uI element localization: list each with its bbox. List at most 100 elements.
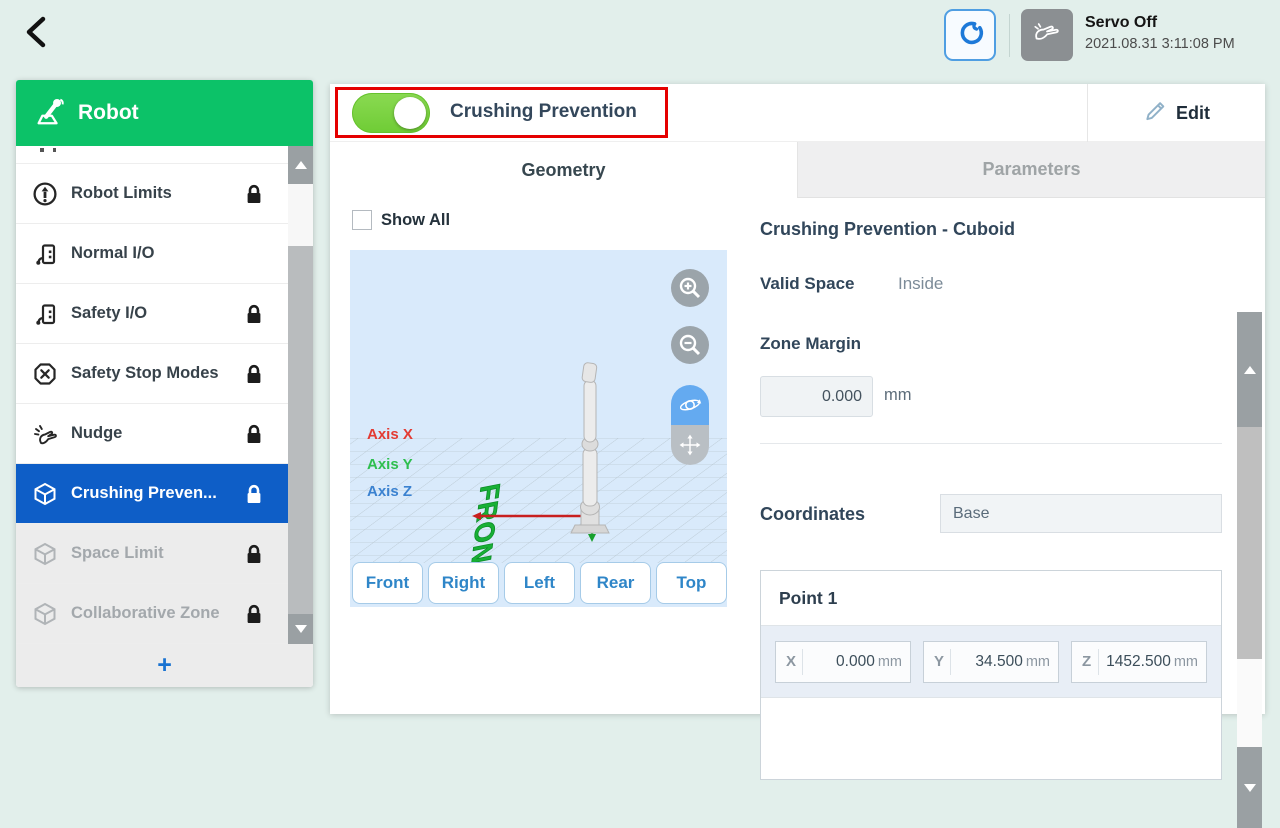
lock-icon — [245, 424, 263, 450]
show-all-control[interactable]: Show All — [352, 210, 450, 230]
show-all-checkbox[interactable] — [352, 210, 372, 230]
status-timestamp: 2021.08.31 3:11:08 PM — [1085, 36, 1235, 52]
back-chevron-icon — [22, 15, 50, 54]
point-1-card: Point 1 X 0.000 mm Y 34.500 mm — [760, 570, 1222, 780]
sidebar-title: Robot — [78, 101, 139, 125]
sidebar-item-partial[interactable] — [16, 146, 313, 164]
zoom-out-button[interactable] — [671, 326, 709, 364]
scroll-down-button[interactable] — [1237, 747, 1262, 828]
rotate-view-button[interactable] — [671, 385, 709, 425]
sidebar-menu: Robot Limits Normal I/O Safety I/O — [16, 146, 313, 644]
sidebar-item-safety-stop-modes[interactable]: Safety Stop Modes — [16, 344, 313, 404]
sidebar-item-safety-io[interactable]: Safety I/O — [16, 284, 313, 344]
robot-connect-button[interactable] — [944, 9, 996, 61]
robot-sidebar: Robot Robot Limits Normal I/O Safety I/O — [16, 80, 313, 687]
cube-icon — [32, 481, 58, 507]
io-icon — [32, 301, 58, 327]
zone-details-panel: Crushing Prevention - Cuboid Valid Space… — [747, 198, 1237, 714]
sidebar-item-nudge[interactable]: Nudge — [16, 404, 313, 464]
point-1-x-input[interactable]: X 0.000 mm — [775, 641, 911, 683]
details-scrollbar[interactable] — [1237, 312, 1262, 828]
stop-x-icon — [32, 361, 58, 387]
view-front-button[interactable]: Front — [352, 562, 423, 604]
axis-x-label: Axis X — [367, 426, 413, 443]
view-mode-capsule — [671, 385, 709, 465]
point-1-z-input[interactable]: Z 1452.500 mm — [1071, 641, 1207, 683]
axis-z-label: Axis Z — [367, 483, 412, 500]
view-right-button[interactable]: Right — [428, 562, 499, 604]
axis-y-label: Axis Y — [367, 456, 413, 473]
io-icon — [32, 241, 58, 267]
scroll-up-button[interactable] — [288, 146, 313, 184]
zoom-in-button[interactable] — [671, 269, 709, 307]
panel-title: Crushing Prevention — [450, 101, 637, 123]
add-zone-button[interactable]: + — [16, 644, 313, 687]
valid-space-label: Valid Space — [760, 274, 855, 294]
hand-icon — [1029, 15, 1065, 56]
sidebar-item-normal-io[interactable]: Normal I/O — [16, 224, 313, 284]
view-top-button[interactable]: Top — [656, 562, 727, 604]
sidebar-item-crushing-prevention[interactable]: Crushing Preven... — [16, 464, 313, 524]
lock-icon — [245, 604, 263, 630]
scroll-down-button[interactable] — [288, 614, 313, 644]
back-button[interactable] — [14, 12, 58, 56]
section-divider — [760, 443, 1222, 444]
edit-button[interactable]: Edit — [1088, 84, 1265, 142]
topbar-divider — [1009, 14, 1010, 57]
robot-3d-viewport[interactable]: FRONT Axis X Axis Y Axis — [350, 250, 727, 607]
coordinates-select[interactable]: Base — [940, 494, 1222, 533]
partial-icon — [40, 148, 56, 152]
toggle-knob — [394, 97, 426, 129]
view-preset-buttons: Front Right Left Rear Top — [352, 562, 727, 604]
geometry-content: Show All FRONT — [330, 198, 1265, 714]
lock-icon — [245, 304, 263, 330]
scroll-up-button[interactable] — [1237, 312, 1262, 427]
hand-guiding-status-button[interactable] — [1021, 9, 1073, 61]
magnifier-minus-icon — [677, 332, 703, 358]
pencil-icon — [1143, 99, 1167, 128]
zone-title: Crushing Prevention - Cuboid — [760, 219, 1015, 240]
scroll-thumb[interactable] — [288, 246, 313, 614]
coordinates-label: Coordinates — [760, 504, 865, 525]
cube-icon — [32, 601, 58, 627]
scroll-thumb[interactable] — [1237, 427, 1262, 659]
sidebar-item-collaborative-zone[interactable]: Collaborative Zone — [16, 584, 313, 644]
panel-header: Crushing Prevention Edit — [330, 84, 1265, 142]
zone-margin-input[interactable]: 0.000 — [760, 376, 873, 417]
sidebar-scrollbar[interactable] — [288, 146, 313, 644]
nudge-hand-icon — [32, 421, 58, 447]
lock-icon — [245, 364, 263, 390]
point-1-fields: X 0.000 mm Y 34.500 mm Z 1452.500 — [761, 626, 1221, 698]
cube-icon — [32, 541, 58, 567]
tab-geometry[interactable]: Geometry — [330, 142, 797, 198]
lock-icon — [245, 184, 263, 210]
sidebar-item-robot-limits[interactable]: Robot Limits — [16, 164, 313, 224]
servo-status: Servo Off — [1085, 14, 1235, 32]
tab-bar: Geometry Parameters — [330, 142, 1265, 198]
show-all-label: Show All — [381, 211, 450, 230]
pan-view-button[interactable] — [671, 425, 709, 465]
zone-margin-unit: mm — [884, 386, 912, 405]
robot-limits-icon — [32, 181, 58, 207]
zone-margin-label: Zone Margin — [760, 334, 861, 354]
robot-connect-icon — [953, 16, 987, 55]
sidebar-header: Robot — [16, 80, 313, 146]
lock-icon — [245, 544, 263, 570]
point-1-y-input[interactable]: Y 34.500 mm — [923, 641, 1059, 683]
view-left-button[interactable]: Left — [504, 562, 575, 604]
valid-space-value: Inside — [898, 274, 943, 294]
point-1-title: Point 1 — [761, 571, 1221, 626]
scroll-track[interactable] — [288, 184, 313, 246]
magnifier-plus-icon — [677, 275, 703, 301]
main-panel: Crushing Prevention Edit Geometry Parame… — [330, 84, 1265, 714]
tab-parameters[interactable]: Parameters — [797, 142, 1265, 198]
orbit-icon — [676, 391, 704, 419]
status-block: Servo Off 2021.08.31 3:11:08 PM — [1085, 14, 1235, 52]
view-rear-button[interactable]: Rear — [580, 562, 651, 604]
robot-arm-icon — [32, 94, 66, 133]
lock-icon — [245, 484, 263, 510]
sidebar-item-space-limit[interactable]: Space Limit — [16, 524, 313, 584]
crushing-prevention-toggle[interactable] — [352, 93, 430, 133]
move-arrows-icon — [677, 432, 703, 458]
scroll-track[interactable] — [1237, 659, 1262, 747]
